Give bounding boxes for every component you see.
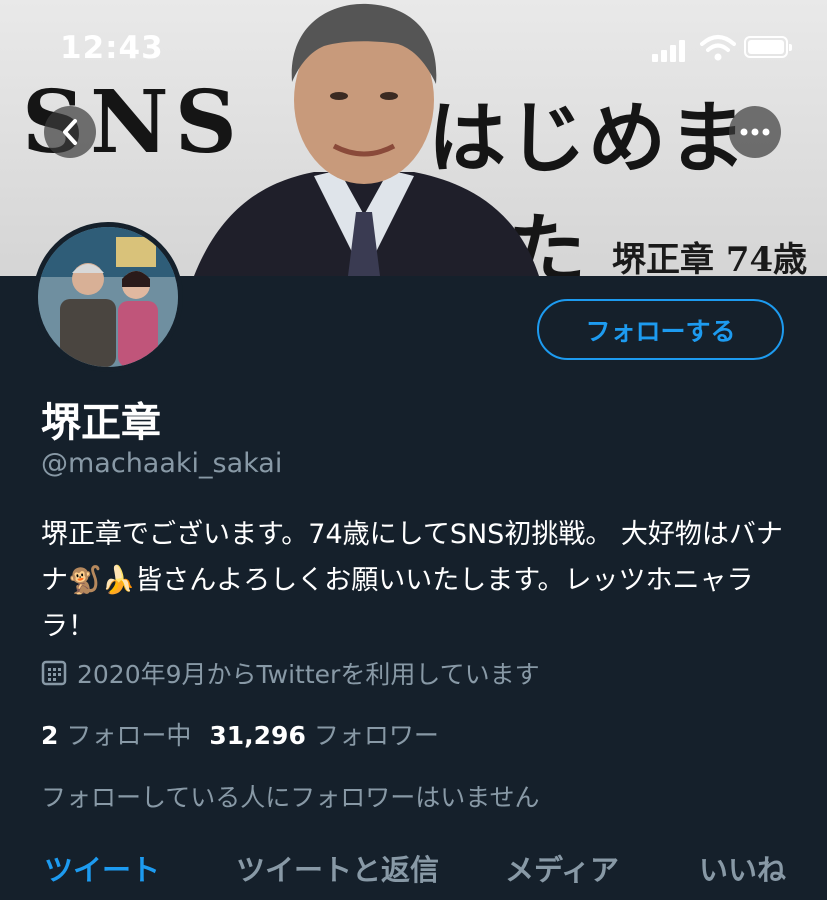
wifi-icon — [700, 35, 736, 61]
followers-you-know: フォローしている人にフォロワーはいません — [41, 783, 540, 812]
follow-stats: 2 フォロー中 31,296 フォロワー — [41, 716, 439, 752]
followers-link[interactable]: 31,296 フォロワー — [209, 721, 438, 750]
more-button[interactable] — [729, 106, 781, 158]
bio: 堺正章でございます。74歳にしてSNS初挑戦。 大好物はバナナ🐒🍌皆さんよろしく… — [41, 519, 783, 642]
followers-label: フォロワー — [313, 721, 439, 750]
joined-date: 2020年9月からTwitterを利用しています — [41, 655, 540, 691]
following-link[interactable]: 2 フォロー中 — [41, 721, 191, 750]
battery-icon — [744, 36, 792, 58]
tab-tweets[interactable]: ツイート — [44, 847, 160, 889]
avatar[interactable] — [33, 222, 183, 372]
more-icon — [740, 128, 770, 136]
following-label: フォロー中 — [66, 721, 192, 750]
back-arrow-icon — [63, 119, 77, 145]
avatar-image — [38, 227, 178, 367]
followers-count: 31,296 — [209, 721, 306, 750]
tab-media[interactable]: メディア — [505, 847, 619, 889]
tab-tweets-and-replies[interactable]: ツイートと返信 — [236, 847, 439, 889]
follow-button[interactable]: フォローする — [537, 299, 784, 360]
tab-likes[interactable]: いいね — [699, 847, 786, 889]
profile-tabs: ツイート ツイートと返信 メディア いいね — [0, 843, 827, 900]
handle: @machaaki_sakai — [41, 448, 283, 479]
display-name: 堺正章 — [41, 400, 161, 446]
signal-icon — [652, 38, 692, 62]
back-button[interactable] — [44, 106, 96, 158]
joined-text: 2020年9月からTwitterを利用しています — [77, 660, 540, 689]
status-time: 12:43 — [60, 30, 164, 66]
banner-subtitle: 堺正章 74歳 — [612, 240, 808, 276]
following-count: 2 — [41, 721, 59, 750]
calendar-icon — [41, 660, 67, 686]
status-bar: 12:43 — [0, 0, 827, 90]
